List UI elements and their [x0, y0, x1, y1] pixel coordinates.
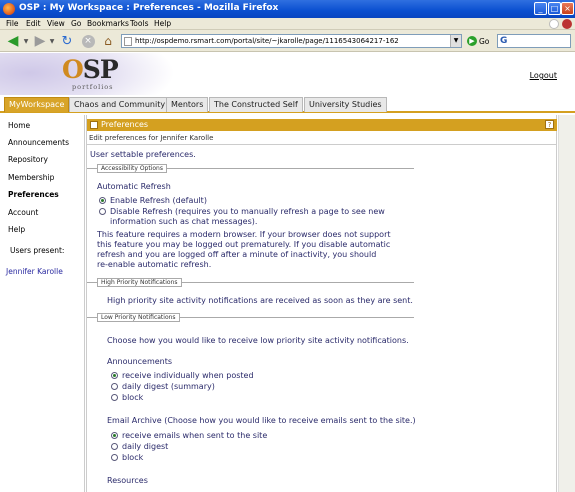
email-archive-block-label: block: [122, 453, 144, 462]
menu-edit[interactable]: Edit: [26, 19, 41, 28]
help-icon[interactable]: ?: [545, 120, 554, 129]
reload-icon[interactable]: ↻: [59, 33, 75, 49]
url-text[interactable]: http://ospdemo.rsmart.com/portal/site/~j…: [135, 37, 399, 45]
menu-go[interactable]: Go: [71, 19, 81, 28]
disable-refresh-label-1: Disable Refresh (requires you to manuall…: [110, 207, 385, 216]
high-priority-legend: High Priority Notifications: [97, 278, 182, 287]
disable-refresh-label-2: information such as chat messages).: [110, 217, 258, 226]
automatic-refresh-heading: Automatic Refresh: [97, 182, 171, 191]
announcements-digest-radio[interactable]: [111, 383, 118, 390]
high-priority-text: High priority site activity notification…: [107, 296, 413, 305]
logout-link[interactable]: Logout: [530, 71, 557, 80]
forward-arrow-icon[interactable]: ▶: [31, 33, 49, 49]
tool-title-bar: Preferences ?: [87, 119, 557, 131]
sidebar-item-help[interactable]: Help: [8, 225, 25, 234]
sidebar-item-announcements[interactable]: Announcements: [8, 138, 69, 147]
url-dropdown-icon[interactable]: ▼: [450, 35, 461, 47]
email-archive-digest-radio[interactable]: [111, 443, 118, 450]
stop-icon[interactable]: ×: [80, 33, 96, 49]
minimize-button[interactable]: _: [534, 2, 547, 15]
email-archive-block-radio[interactable]: [111, 454, 118, 461]
sidebar: Home Announcements Repository Membership…: [0, 115, 85, 492]
announcements-digest-label: daily digest (summary): [122, 382, 215, 391]
window-title-bar: OSP : My Workspace : Preferences - Mozil…: [0, 0, 575, 18]
email-archive-heading: Email Archive (Choose how you would like…: [107, 416, 416, 425]
sidebar-item-repository[interactable]: Repository: [8, 155, 48, 164]
google-icon: G: [500, 36, 508, 46]
stop-badge-icon: [562, 19, 572, 29]
refresh-note-3: refresh and you are logged off after a m…: [97, 250, 377, 259]
announcements-individual-label: receive individually when posted: [122, 371, 254, 380]
search-input[interactable]: G: [497, 34, 571, 48]
intro-text: User settable preferences.: [90, 150, 196, 159]
announcements-block-label: block: [122, 393, 144, 402]
sidebar-item-account[interactable]: Account: [8, 208, 38, 217]
logo-subtitle: portfolios: [72, 83, 114, 91]
announcements-individual-radio[interactable]: [111, 372, 118, 379]
address-bar[interactable]: http://ospdemo.rsmart.com/portal/site/~j…: [121, 34, 462, 48]
menu-file[interactable]: File: [6, 19, 19, 28]
menu-view[interactable]: View: [47, 19, 65, 28]
accessibility-legend: Accessibility Options: [97, 164, 167, 173]
page-scrollbar[interactable]: [558, 115, 575, 492]
tool-title: Preferences: [101, 120, 149, 129]
home-icon[interactable]: ⌂: [100, 33, 116, 49]
back-arrow-icon[interactable]: ◀: [4, 33, 22, 49]
disable-refresh-radio[interactable]: [99, 208, 106, 215]
sidebar-item-membership[interactable]: Membership: [8, 173, 54, 182]
tool-icon: [90, 121, 98, 129]
present-user: Jennifer Karolle: [6, 267, 63, 276]
go-label: Go: [479, 36, 490, 46]
logo: OSP: [62, 55, 119, 84]
tab-university-studies[interactable]: University Studies: [304, 97, 387, 112]
maximize-button[interactable]: □: [548, 2, 561, 15]
back-dropdown-icon[interactable]: ▼: [22, 33, 30, 49]
site-tabs: MyWorkspace Chaos and Community Mentors …: [0, 96, 575, 113]
refresh-note-1: This feature requires a modern browser. …: [97, 230, 391, 239]
email-archive-send-radio[interactable]: [111, 432, 118, 439]
status-icon: [549, 19, 559, 29]
menu-bookmarks[interactable]: Bookmarks: [87, 19, 129, 28]
menu-help[interactable]: Help: [154, 19, 171, 28]
refresh-note-4: re-enable automatic refresh.: [97, 260, 212, 269]
low-priority-legend: Low Priority Notifications: [97, 313, 180, 322]
go-arrow-icon: ▶: [467, 36, 477, 46]
users-present-label: Users present:: [10, 246, 65, 255]
navigation-toolbar: ◀ ▼ ▶ ▼ ↻ × ⌂ http://ospdemo.rsmart.com/…: [0, 30, 575, 52]
sidebar-item-preferences[interactable]: Preferences: [8, 190, 59, 199]
tab-mentors[interactable]: Mentors: [166, 97, 209, 112]
menu-tools[interactable]: Tools: [130, 19, 148, 28]
breadcrumb: Edit preferences for Jennifer Karolle: [89, 134, 214, 142]
tab-myworkspace[interactable]: MyWorkspace: [4, 97, 70, 112]
low-priority-intro: Choose how you would like to receive low…: [107, 336, 409, 345]
site-header: OSP portfolios Logout: [0, 53, 575, 95]
email-archive-digest-label: daily digest: [122, 442, 169, 451]
go-button[interactable]: ▶ Go: [467, 35, 493, 47]
announcements-block-radio[interactable]: [111, 394, 118, 401]
menu-bar: File Edit View Go Bookmarks Tools Help: [0, 18, 575, 30]
announcements-heading: Announcements: [107, 357, 173, 366]
firefox-icon: [3, 3, 15, 15]
refresh-note-2: this feature you may be logged out prema…: [97, 240, 391, 249]
enable-refresh-label: Enable Refresh (default): [110, 196, 207, 205]
sidebar-item-home[interactable]: Home: [8, 121, 30, 130]
close-button[interactable]: ×: [561, 2, 574, 15]
preferences-tool: Preferences ? Edit preferences for Jenni…: [86, 115, 557, 492]
tab-chaos-and-community[interactable]: Chaos and Community: [69, 97, 171, 112]
page-content: OSP portfolios Logout MyWorkspace Chaos …: [0, 53, 575, 492]
tab-the-constructed-self[interactable]: The Constructed Self: [209, 97, 303, 112]
forward-dropdown-icon[interactable]: ▼: [48, 33, 56, 49]
enable-refresh-radio[interactable]: [99, 197, 106, 204]
page-icon: [124, 37, 132, 46]
divider: [87, 144, 557, 145]
email-archive-send-label: receive emails when sent to the site: [122, 431, 268, 440]
resources-heading: Resources: [107, 476, 148, 485]
window-title: OSP : My Workspace : Preferences - Mozil…: [19, 3, 279, 13]
